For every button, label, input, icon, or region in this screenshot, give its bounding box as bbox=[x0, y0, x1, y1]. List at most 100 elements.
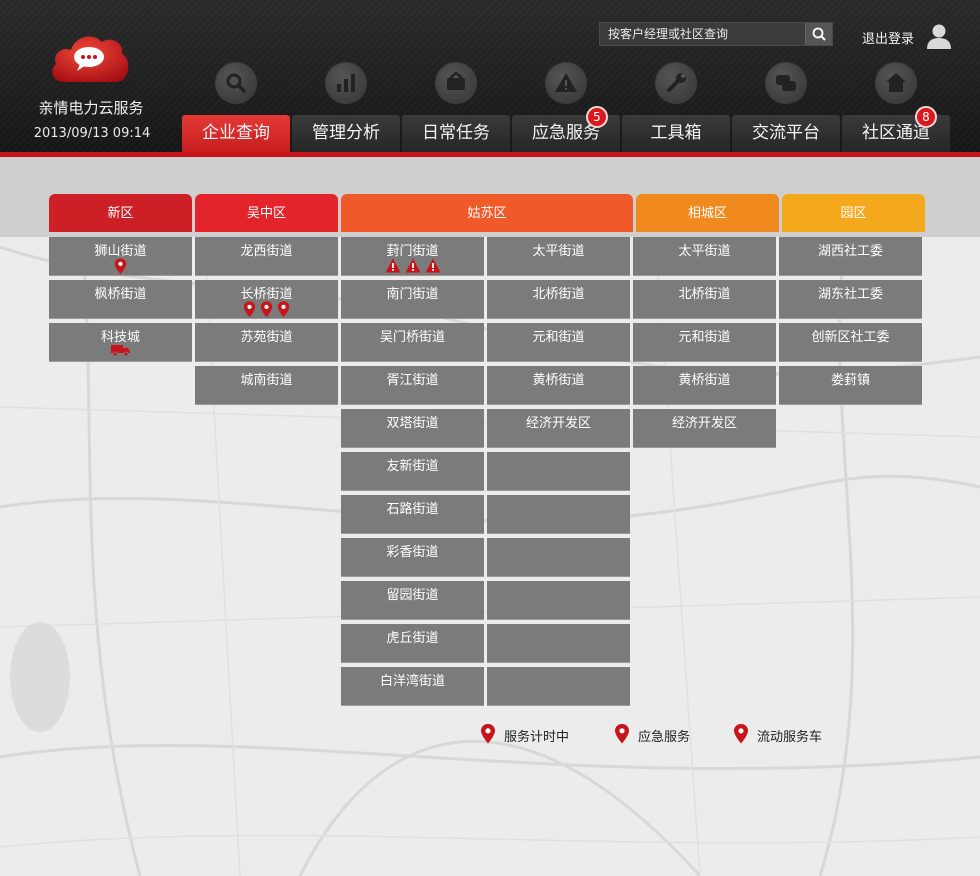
nav-label: 交流平台 bbox=[732, 115, 840, 152]
street-cell[interactable]: 经济开发区 bbox=[633, 409, 776, 448]
street-cell[interactable]: 白洋湾街道 bbox=[341, 667, 484, 706]
tasks-icon bbox=[435, 62, 477, 104]
district-header-xiangcheng: 相城区 bbox=[636, 194, 779, 232]
street-cell[interactable]: 吴门桥街道 bbox=[341, 323, 484, 362]
street-label: 友新街道 bbox=[386, 459, 439, 474]
logout-link[interactable]: 退出登录 bbox=[862, 28, 914, 47]
app-name: 亲情电力云服务 bbox=[38, 99, 144, 117]
street-cell[interactable]: 南门街道 bbox=[341, 280, 484, 319]
app-header: 亲情电力云服务 2013/09/13 09:14 退出登录 企业查询 管理分析 bbox=[0, 0, 980, 154]
street-cell[interactable]: 黄桥街道 bbox=[633, 366, 776, 405]
street-cell[interactable]: 双塔街道 bbox=[341, 409, 484, 448]
street-label: 虎丘街道 bbox=[386, 631, 439, 646]
street-cell[interactable]: 友新街道 bbox=[341, 452, 484, 491]
nav-daily-tasks[interactable]: 日常任务 bbox=[402, 62, 510, 152]
street-label: 北桥街道 bbox=[532, 287, 585, 302]
district-header-xinqu: 新区 bbox=[49, 194, 192, 232]
nav-enterprise-query[interactable]: 企业查询 bbox=[182, 62, 290, 152]
search-box bbox=[599, 22, 833, 46]
service-truck-icon bbox=[110, 345, 130, 357]
search-input[interactable] bbox=[600, 23, 806, 45]
street-label: 龙西街道 bbox=[240, 244, 293, 259]
status-markers bbox=[49, 258, 192, 275]
street-cell[interactable]: 元和街道 bbox=[633, 323, 776, 362]
street-cell[interactable]: 北桥街道 bbox=[487, 280, 630, 319]
street-cell[interactable]: 黄桥街道 bbox=[487, 366, 630, 405]
map-pin-icon bbox=[114, 258, 127, 275]
street-label: 胥江街道 bbox=[386, 373, 439, 388]
map-pin-icon bbox=[260, 301, 273, 318]
street-label: 太平街道 bbox=[532, 244, 585, 259]
nav-emergency-service[interactable]: 应急服务 5 bbox=[512, 62, 620, 152]
legend-label: 服务计时中 bbox=[504, 730, 570, 745]
street-label: 双塔街道 bbox=[386, 416, 439, 431]
warning-icon bbox=[425, 258, 440, 273]
street-label: 白洋湾街道 bbox=[379, 674, 445, 689]
street-cell[interactable]: 葑门街道 bbox=[341, 237, 484, 276]
warning-icon bbox=[545, 62, 587, 104]
street-cell[interactable]: 北桥街道 bbox=[633, 280, 776, 319]
empty-cell bbox=[487, 667, 630, 706]
nav-toolbox[interactable]: 工具箱 bbox=[622, 62, 730, 152]
current-datetime: 2013/09/13 09:14 bbox=[33, 126, 151, 141]
home-icon bbox=[875, 62, 917, 104]
street-label: 长桥街道 bbox=[240, 287, 293, 302]
street-cell[interactable]: 留园街道 bbox=[341, 581, 484, 620]
search-button[interactable] bbox=[805, 23, 832, 45]
street-cell[interactable]: 科技城 bbox=[49, 323, 192, 362]
street-cell[interactable]: 长桥街道 bbox=[195, 280, 338, 319]
street-label: 吴门桥街道 bbox=[379, 330, 445, 345]
chat-icon bbox=[765, 62, 807, 104]
chat-cloud-icon bbox=[52, 36, 129, 82]
street-cell[interactable]: 湖西社工委 bbox=[779, 237, 922, 276]
street-label: 经济开发区 bbox=[525, 416, 591, 431]
street-label: 留园街道 bbox=[386, 588, 439, 603]
warning-icon bbox=[385, 258, 400, 273]
street-cell[interactable]: 经济开发区 bbox=[487, 409, 630, 448]
street-cell[interactable]: 胥江街道 bbox=[341, 366, 484, 405]
street-cell[interactable]: 苏苑街道 bbox=[195, 323, 338, 362]
nav-community-channel[interactable]: 社区通道 8 bbox=[842, 62, 950, 152]
street-cell[interactable]: 龙西街道 bbox=[195, 237, 338, 276]
street-label: 枫桥街道 bbox=[94, 287, 147, 302]
street-label: 创新区社工委 bbox=[811, 330, 890, 345]
street-cell[interactable]: 娄葑镇 bbox=[779, 366, 922, 405]
nav-label: 日常任务 bbox=[402, 115, 510, 152]
street-cell[interactable]: 城南街道 bbox=[195, 366, 338, 405]
street-cell[interactable]: 太平街道 bbox=[633, 237, 776, 276]
nav-label: 企业查询 bbox=[182, 115, 290, 152]
status-markers bbox=[341, 258, 484, 274]
user-icon[interactable] bbox=[925, 22, 953, 50]
street-cell[interactable]: 湖东社工委 bbox=[779, 280, 922, 319]
notification-badge: 5 bbox=[586, 106, 608, 128]
street-cell[interactable]: 石路街道 bbox=[341, 495, 484, 534]
street-label: 元和街道 bbox=[532, 330, 585, 345]
map-pin-icon bbox=[481, 724, 495, 744]
street-label: 经济开发区 bbox=[671, 416, 737, 431]
street-label: 葑门街道 bbox=[386, 244, 439, 259]
status-markers bbox=[49, 344, 192, 360]
map-pin-icon bbox=[243, 301, 256, 318]
wrench-icon bbox=[655, 62, 697, 104]
notification-badge: 8 bbox=[915, 106, 937, 128]
legend-label: 流动服务车 bbox=[757, 730, 823, 745]
street-cell[interactable]: 创新区社工委 bbox=[779, 323, 922, 362]
legend-label: 应急服务 bbox=[638, 730, 691, 745]
nav-label: 工具箱 bbox=[622, 115, 730, 152]
nav-management-analysis[interactable]: 管理分析 bbox=[292, 62, 400, 152]
street-label: 石路街道 bbox=[386, 502, 439, 517]
empty-cell bbox=[487, 495, 630, 534]
street-cell[interactable]: 狮山街道 bbox=[49, 237, 192, 276]
warning-icon bbox=[405, 258, 420, 273]
street-cell[interactable]: 枫桥街道 bbox=[49, 280, 192, 319]
street-cell[interactable]: 太平街道 bbox=[487, 237, 630, 276]
street-cell[interactable]: 虎丘街道 bbox=[341, 624, 484, 663]
street-label: 黄桥街道 bbox=[678, 373, 731, 388]
nav-communication-platform[interactable]: 交流平台 bbox=[732, 62, 840, 152]
search-icon bbox=[812, 27, 826, 41]
district-header-gusu: 姑苏区 bbox=[341, 194, 633, 232]
empty-cell bbox=[487, 452, 630, 491]
street-cell[interactable]: 彩香街道 bbox=[341, 538, 484, 577]
street-cell[interactable]: 元和街道 bbox=[487, 323, 630, 362]
street-label: 湖西社工委 bbox=[817, 244, 883, 259]
